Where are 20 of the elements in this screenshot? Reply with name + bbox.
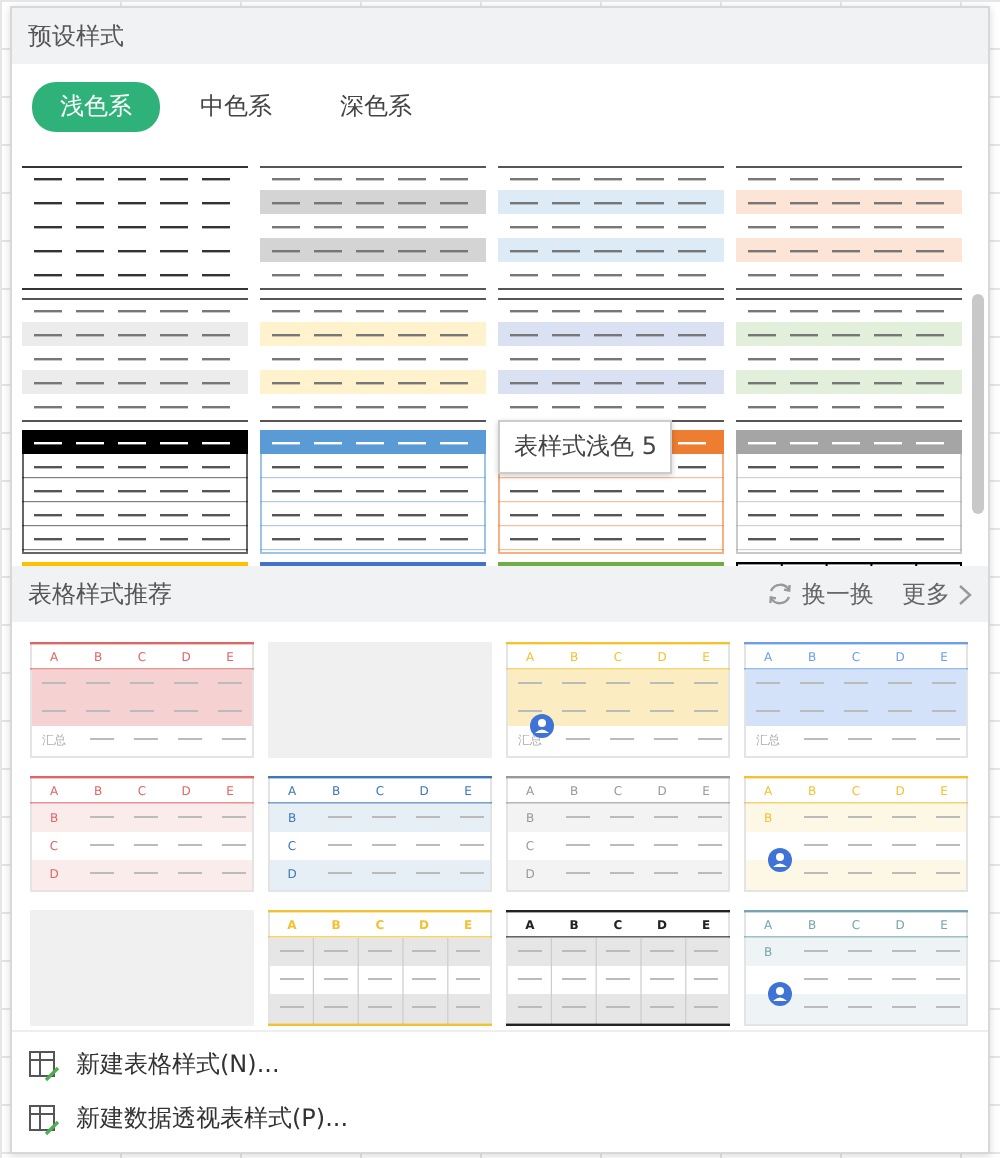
color-tab[interactable]: 中色系	[172, 82, 300, 132]
table-style-option[interactable]	[260, 430, 486, 554]
table-edit-icon	[28, 1049, 60, 1081]
color-tab[interactable]: 浅色系	[32, 82, 160, 132]
chevron-icon	[958, 583, 972, 605]
table-edit-icon	[28, 1103, 60, 1135]
more-button[interactable]: 更多	[902, 577, 972, 611]
table-style-option[interactable]	[736, 430, 962, 554]
refresh-icon	[766, 580, 794, 608]
color-tab[interactable]: 深色系	[312, 82, 440, 132]
menu-item[interactable]: 新建数据透视表样式(P)...	[24, 1098, 353, 1140]
scrollbar[interactable]	[972, 294, 984, 514]
table-style-option[interactable]	[22, 430, 248, 554]
menu-item-label: 新建表格样式(N)...	[76, 1048, 280, 1082]
menu-item-label: 新建数据透视表样式(P)...	[76, 1102, 349, 1136]
tooltip: 表样式浅色 5	[498, 420, 673, 474]
section-title: 表格样式推荐	[28, 577, 172, 611]
refresh-button[interactable]: 换一换	[766, 577, 874, 611]
section-title: 预设样式	[28, 19, 124, 53]
menu-item[interactable]: 新建表格样式(N)...	[24, 1044, 284, 1086]
